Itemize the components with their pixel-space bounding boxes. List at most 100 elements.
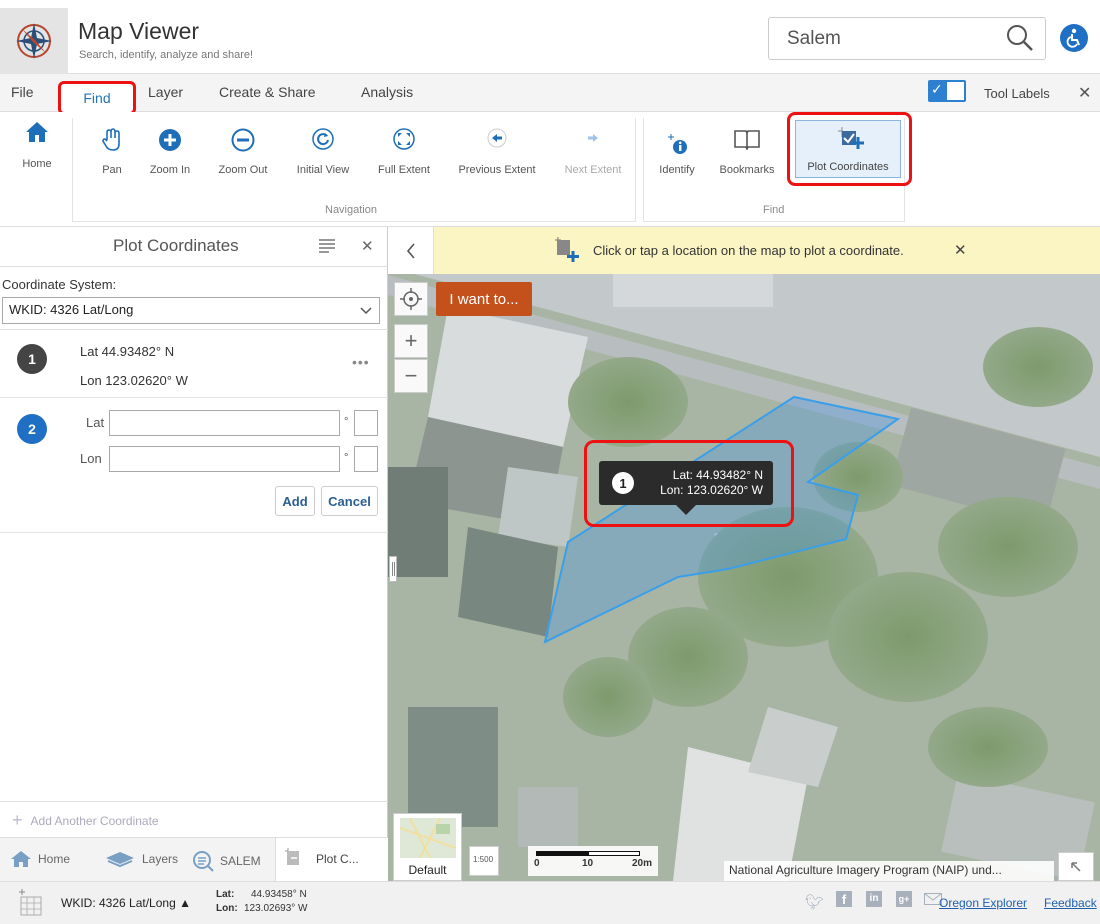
wkid-select[interactable]: WKID: 4326 Lat/Long ▲ bbox=[61, 896, 191, 910]
crosshair-icon bbox=[400, 288, 422, 310]
basemap-switcher[interactable]: Default bbox=[393, 813, 462, 881]
home-label: Home bbox=[22, 158, 52, 170]
lat-direction-input[interactable] bbox=[354, 410, 378, 436]
map-view[interactable] bbox=[388, 227, 1100, 881]
add-another-coordinate-button[interactable]: + Add Another Coordinate bbox=[12, 810, 159, 831]
map-zoom-out-button[interactable]: − bbox=[394, 359, 428, 393]
full-extent-label: Full Extent bbox=[378, 164, 430, 176]
pan-label: Pan bbox=[102, 164, 122, 176]
tab-analysis[interactable]: Analysis bbox=[361, 84, 413, 100]
google-plus-icon[interactable]: g+ bbox=[896, 891, 912, 907]
chevron-left-icon bbox=[406, 242, 415, 259]
panel-resize-handle[interactable] bbox=[389, 556, 397, 582]
layers-icon bbox=[106, 852, 134, 868]
tab-find[interactable]: Find bbox=[58, 81, 136, 115]
add-button[interactable]: Add bbox=[275, 486, 315, 516]
app-title: Map Viewer bbox=[78, 18, 200, 44]
compass-logo-icon[interactable] bbox=[0, 8, 68, 74]
status-lon-value: 123.02693° W bbox=[244, 903, 308, 914]
oregon-explorer-link[interactable]: Oregon Explorer bbox=[939, 896, 1027, 910]
book-icon bbox=[734, 130, 760, 150]
app-header: Map Viewer Search, identify, analyze and… bbox=[0, 0, 1100, 74]
close-panel-icon[interactable]: ✕ bbox=[361, 237, 374, 255]
basemap-label: Default bbox=[408, 863, 447, 877]
popup-highlight bbox=[584, 440, 794, 527]
expand-attribution-button[interactable] bbox=[1058, 852, 1094, 881]
grid-coordinate-icon[interactable] bbox=[18, 889, 44, 917]
more-options-icon[interactable]: ••• bbox=[352, 354, 370, 370]
coordinate-number-badge: 1 bbox=[17, 344, 47, 374]
cancel-button[interactable]: Cancel bbox=[321, 486, 378, 516]
tab-file[interactable]: File bbox=[11, 84, 34, 100]
refresh-icon bbox=[312, 128, 334, 150]
plot-coordinates-icon bbox=[555, 237, 579, 262]
bottom-tab-salem-label: SALEM bbox=[220, 854, 261, 868]
plot-coordinates-icon bbox=[285, 848, 299, 865]
bottom-tab-plot-label: Plot C... bbox=[316, 852, 359, 866]
lon-direction-input[interactable] bbox=[354, 446, 378, 472]
coordinate-lon: Lon 123.02620° W bbox=[80, 373, 188, 388]
lat-label: Lat bbox=[86, 415, 105, 430]
degree-symbol: ° bbox=[344, 416, 349, 428]
add-another-label: Add Another Coordinate bbox=[30, 813, 159, 828]
bottom-tab-salem[interactable]: SALEM bbox=[192, 850, 261, 872]
map-zoom-in-button[interactable]: + bbox=[394, 324, 428, 358]
search-results-icon bbox=[193, 851, 214, 872]
zoom-in-label: Zoom In bbox=[149, 164, 191, 176]
collapse-panel-button[interactable] bbox=[388, 227, 434, 274]
home-icon bbox=[11, 851, 31, 867]
previous-extent-label: Previous Extent bbox=[458, 164, 536, 176]
expand-icon bbox=[1071, 861, 1081, 872]
lat-input[interactable] bbox=[109, 410, 340, 436]
search-input[interactable] bbox=[787, 27, 987, 51]
search-box[interactable] bbox=[768, 17, 1046, 60]
full-extent-icon bbox=[393, 128, 415, 150]
minus-circle-icon bbox=[231, 128, 255, 152]
tab-layer[interactable]: Layer bbox=[148, 84, 183, 100]
close-icon[interactable]: ✕ bbox=[1078, 83, 1091, 103]
bottom-tab-home[interactable]: Home bbox=[10, 850, 70, 868]
check-icon: ✓ bbox=[931, 81, 943, 97]
search-icon[interactable] bbox=[1006, 24, 1034, 55]
list-icon[interactable] bbox=[319, 239, 335, 256]
basemap-thumbnail-icon bbox=[400, 818, 456, 858]
zoom-out-label: Zoom Out bbox=[218, 164, 268, 176]
lon-label: Lon bbox=[80, 451, 102, 466]
identify-label: Identify bbox=[659, 164, 695, 176]
close-notice-icon[interactable]: ✕ bbox=[954, 241, 967, 259]
hand-icon bbox=[102, 128, 120, 151]
scale-label-20m: 20m bbox=[632, 858, 653, 869]
status-bar: WKID: 4326 Lat/Long ▲ Lat: 44.93458° N L… bbox=[0, 881, 1100, 924]
coordinate-system-label: Coordinate System: bbox=[2, 277, 117, 292]
panel-header: Plot Coordinates ✕ bbox=[0, 227, 388, 267]
linkedin-icon[interactable]: in bbox=[866, 891, 882, 907]
tool-labels-toggle[interactable]: ✓ bbox=[928, 80, 966, 102]
lon-input[interactable] bbox=[109, 446, 340, 472]
bottom-tab-layers[interactable]: Layers bbox=[104, 850, 178, 868]
bottom-tab-plot-coordinates[interactable]: Plot C... bbox=[275, 838, 388, 881]
find-group-label: Find bbox=[763, 204, 785, 216]
coordinate-system-select[interactable]: WKID: 4326 Lat/Long bbox=[2, 297, 380, 324]
instruction-text: Click or tap a location on the map to pl… bbox=[593, 243, 904, 258]
locate-button[interactable] bbox=[394, 282, 428, 316]
back-arrow-icon bbox=[487, 128, 507, 148]
twitter-icon[interactable]: 🐦︎ bbox=[805, 893, 824, 911]
facebook-icon[interactable]: f bbox=[836, 891, 852, 907]
accessibility-icon[interactable] bbox=[1060, 24, 1088, 52]
identify-icon bbox=[668, 134, 687, 154]
coordinate-number-badge: 2 bbox=[17, 414, 47, 444]
bookmarks-label: Bookmarks bbox=[719, 164, 775, 176]
map-attribution: National Agriculture Imagery Program (NA… bbox=[724, 861, 1054, 881]
bottom-tab-layers-label: Layers bbox=[142, 852, 179, 866]
tab-create-share[interactable]: Create & Share bbox=[219, 84, 316, 100]
plot-coordinates-panel: Plot Coordinates ✕ Coordinate System: WK… bbox=[0, 227, 388, 924]
app-subtitle: Search, identify, analyze and share! bbox=[79, 49, 254, 61]
navigation-group-label: Navigation bbox=[325, 204, 377, 216]
plot-coordinates-highlight bbox=[787, 112, 912, 186]
i-want-to-button[interactable]: I want to... bbox=[436, 282, 532, 316]
scale-ratio-button[interactable]: 1:500 bbox=[469, 846, 499, 876]
status-lat-label: Lat: bbox=[216, 889, 235, 900]
coordinate-lat: Lat 44.93482° N bbox=[80, 344, 175, 359]
status-lon-label: Lon: bbox=[216, 903, 238, 914]
feedback-link[interactable]: Feedback bbox=[1044, 896, 1097, 910]
